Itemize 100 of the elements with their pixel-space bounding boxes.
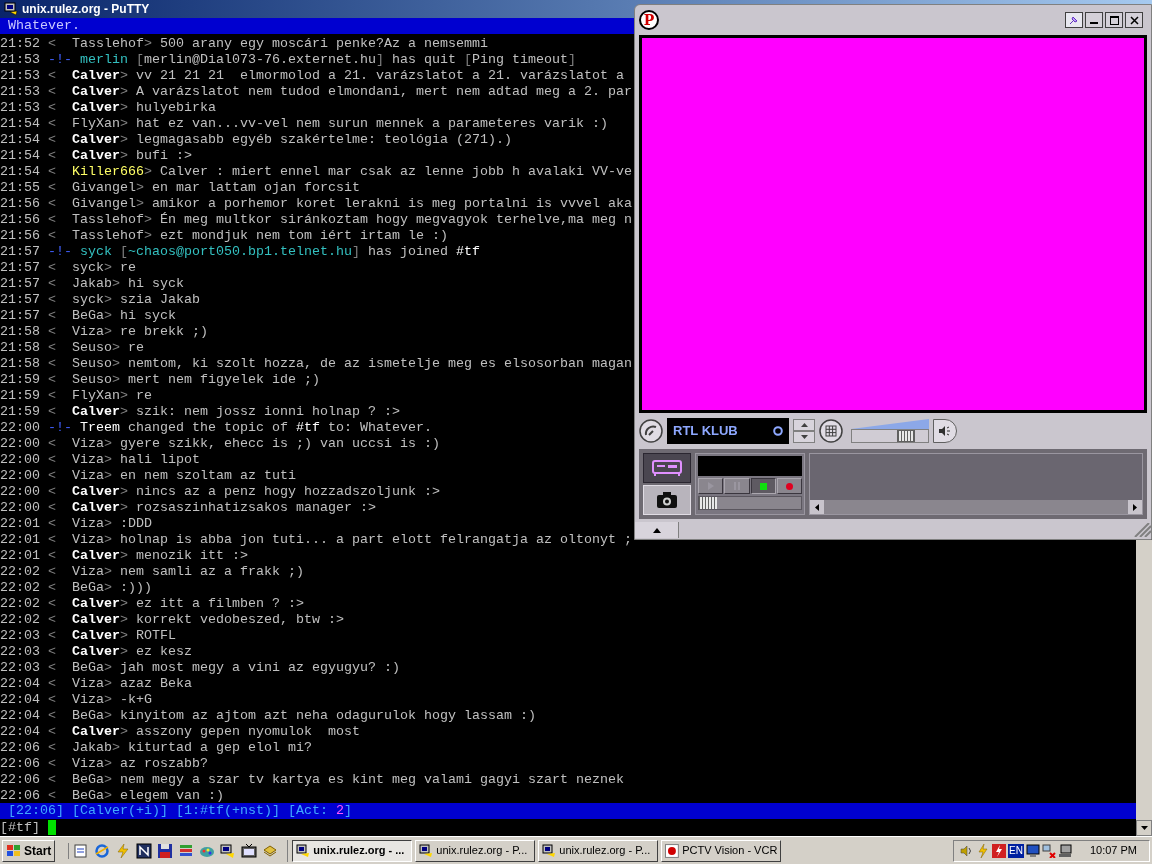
left-arrow-icon	[815, 503, 819, 511]
position-slider[interactable]	[698, 496, 802, 510]
language-indicator[interactable]: EN	[1008, 843, 1024, 858]
taskbar-button[interactable]: unix.rulez.org - ...	[292, 839, 413, 862]
text-cursor	[48, 820, 56, 835]
chat-line: 22:06 < BeGa> elegem van :)	[0, 788, 224, 804]
chat-line: 21:53 < Calver> A varázslatot nem tudod elmondani, mert nem adtad meg a 2. par	[0, 84, 632, 100]
chat-line: 22:03 < BeGa> jah most megy a vini az egyugyu? :)	[0, 660, 400, 676]
chat-line: 22:03 < Calver> ez kesz	[0, 644, 192, 660]
keypad-icon[interactable]	[819, 419, 843, 443]
chat-line: 21:57 -!- syck [~chaos@port050.bp1.telnet.hu] has joined #tf	[0, 244, 480, 260]
lightning-icon[interactable]	[992, 843, 1006, 858]
play-button[interactable]	[698, 478, 724, 494]
pause-button[interactable]	[724, 478, 750, 494]
chat-line: 22:00 < Viza> gyere szikk, ehecc is ;) van uccsi is :)	[0, 436, 440, 452]
snapshot-tab[interactable]	[643, 485, 691, 515]
minimize-button[interactable]	[1085, 12, 1103, 28]
chat-line: 22:06 < BeGa> nem megy a szar tv kartya es kint meg valami gagyi szart neznek	[0, 772, 624, 788]
chat-line: 22:06 < Viza> az roszabb?	[0, 756, 208, 772]
chat-line: 21:56 < Tasslehof> Én meg multkor siránkoztam hogy megvagyok terhelve,ma meg n	[0, 212, 632, 228]
expand-tab[interactable]	[635, 522, 679, 538]
camera-icon	[656, 491, 678, 509]
chat-line: 22:04 < Calver> asszony gepen nyomulok most	[0, 724, 360, 740]
chat-line: 21:53 -!- merlin [merlin@Dial073-76.externet.hu] has quit [Ping timeout]	[0, 52, 576, 68]
volume-thumb[interactable]	[897, 430, 916, 442]
maximize-button[interactable]	[1105, 12, 1123, 28]
window-title: unix.rulez.org - PuTTY	[22, 3, 150, 15]
chat-line: 21:59 < Calver> szik: nem jossz ionni holnap ? :>	[0, 404, 400, 420]
chat-line: 22:02 < Viza> nem samli az a frakk ;)	[0, 564, 304, 580]
chat-line: 21:53 < Calver> vv 21 21 21 elmormolod a 21. varázslatot a 21. varázslatot a	[0, 68, 624, 84]
up-arrow-icon	[800, 423, 808, 427]
speaker-icon[interactable]	[960, 843, 974, 858]
channel-down-button[interactable]	[793, 431, 815, 443]
chat-line: 22:02 < BeGa> :)))	[0, 580, 152, 596]
down-arrow-icon	[800, 435, 808, 439]
record-icon	[785, 482, 793, 490]
input-prompt: [#tf]	[0, 819, 40, 836]
stop-button[interactable]	[750, 478, 776, 494]
close-button[interactable]	[1125, 12, 1143, 28]
scroll-left-button[interactable]	[810, 500, 824, 514]
scrollbar[interactable]	[1136, 540, 1152, 836]
tuner-knob-icon[interactable]	[639, 419, 663, 443]
close-icon	[1129, 15, 1139, 25]
speaker-icon	[938, 425, 952, 437]
chat-line: 21:58 < Seuso> re	[0, 340, 144, 356]
chat-line: 21:55 < Givangel> en mar lattam ojan forcsit	[0, 180, 360, 196]
computer-icon[interactable]	[1057, 843, 1072, 858]
chat-line: 21:58 < Seuso> nemtom, ki szolt hozza, de az ismetelje meg es elsosorban magan	[0, 356, 632, 372]
chat-line: 21:54 < Killer666> Calver : miert ennel mar csak az lenne jobb h avalaki VV-ve	[0, 164, 632, 180]
chat-line: 21:54 < Calver> bufi :>	[0, 148, 192, 164]
chat-line: 21:59 < FlyXan> re	[0, 388, 152, 404]
tv-icon[interactable]	[241, 842, 258, 859]
terminal-icon	[419, 843, 434, 858]
monitor-icon[interactable]	[1025, 843, 1040, 858]
bars-icon[interactable]	[178, 842, 195, 859]
chat-line: 22:00 < Viza> en nem szoltam az tuti	[0, 468, 296, 484]
chat-line: 21:58 < Viza> re brekk ;)	[0, 324, 208, 340]
chat-line: 22:04 < Viza> azaz Beka	[0, 676, 192, 692]
browser-icon[interactable]	[94, 842, 111, 859]
pin-button[interactable]	[1065, 12, 1083, 28]
chat-line: 21:59 < Seuso> mert nem figyelek ide ;)	[0, 372, 320, 388]
volume-slider[interactable]	[851, 429, 929, 443]
right-arrow-icon	[1133, 503, 1137, 511]
speaker-button[interactable]	[933, 419, 957, 443]
chat-line: 22:01 < Calver> menozik itt :>	[0, 548, 248, 564]
chat-line: 21:56 < Tasslehof> ezt mondjuk nem tom iért irtam le :)	[0, 228, 448, 244]
chat-line: 21:52 < Tasslehof> 500 arany egy moscári penke?Az a nemsemmi	[0, 36, 488, 52]
chat-line: 21:57 < BeGa> hi syck	[0, 308, 176, 324]
channel-up-button[interactable]	[793, 419, 815, 431]
chat-line: 22:00 < Calver> nincs az a penz hogy hozzadszoljunk :>	[0, 484, 440, 500]
stop-icon	[759, 482, 767, 490]
chat-line: 22:00 < Calver> rozsaszinhatizsakos manager :>	[0, 500, 376, 516]
channel-display: RTL KLUB	[667, 418, 789, 444]
vcr-icon	[651, 458, 683, 478]
chat-line: 22:04 < Viza> -k+G	[0, 692, 152, 708]
chat-line: 22:02 < Calver> ez itt a filmben ? :>	[0, 596, 304, 612]
scroll-right-button[interactable]	[1128, 500, 1142, 514]
terminal-icon	[296, 843, 311, 858]
start-button[interactable]: Start	[2, 839, 56, 862]
taskbar-button[interactable]: PCTV Vision - VCR	[661, 839, 782, 862]
notepad-icon[interactable]	[73, 842, 90, 859]
chat-line: 22:03 < Calver> ROTFL	[0, 628, 176, 644]
windows-flag-icon	[6, 843, 22, 858]
position-thumb[interactable]	[699, 497, 717, 509]
ring-icon	[773, 426, 783, 436]
chat-line: 21:54 < Calver> legmagasabb egyéb szakértelme: teológia (271).)	[0, 132, 512, 148]
chat-line: 22:04 < BeGa> kinyitom az ajtom azt neha odagurulok hogy lassam :)	[0, 708, 536, 724]
record-button[interactable]	[776, 478, 802, 494]
chat-line: 22:01 < Viza> holnap is abba jon tuti... a part elott felrangatja az oltonyt ;	[0, 532, 632, 548]
clock: 10:07 PM	[1089, 843, 1137, 859]
taskbar-button[interactable]: unix.rulez.org - P...	[415, 839, 536, 862]
chat-line: 22:02 < Calver> korrekt vedobeszed, btw :>	[0, 612, 344, 628]
app-icon[interactable]	[136, 842, 153, 859]
scroll-down-button[interactable]	[1136, 820, 1152, 836]
chat-line: 22:06 < Jakab> kiturtad a gep elol mi?	[0, 740, 312, 756]
terminal-icon	[542, 843, 557, 858]
taskbar-button[interactable]: unix.rulez.org - P...	[538, 839, 659, 862]
vcr-tab[interactable]	[643, 453, 691, 483]
horizontal-scrollbar[interactable]	[810, 500, 1142, 514]
terminal-icon[interactable]	[220, 842, 237, 859]
